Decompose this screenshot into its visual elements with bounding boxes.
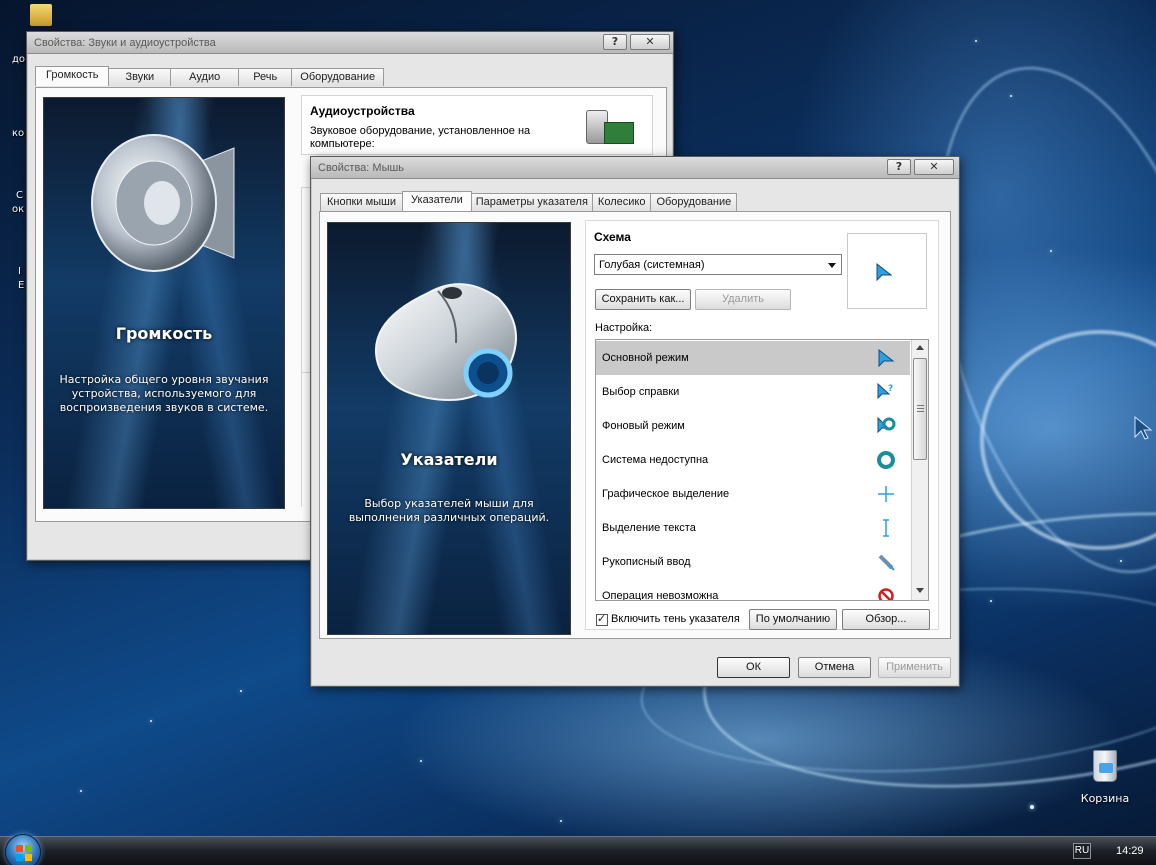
- sound-window-titlebar[interactable]: Свойства: Звуки и аудиоустройства ? ✕: [27, 32, 673, 54]
- list-item[interactable]: Выделение текста: [596, 511, 910, 545]
- recycle-bin[interactable]: Корзина: [1078, 750, 1132, 805]
- sound-tabs: Громкость Звуки Аудио Речь Оборудование: [35, 66, 385, 86]
- text-cursor-icon: [883, 519, 889, 537]
- list-item[interactable]: Выбор справки ?: [596, 375, 910, 409]
- mouse-device-icon: [374, 283, 517, 401]
- tab-hardware[interactable]: Оборудование: [291, 68, 385, 86]
- mouse-window-titlebar[interactable]: Свойства: Мышь ? ✕: [311, 157, 959, 179]
- mouse-properties-window: Свойства: Мышь ? ✕ Кнопки мыши Указатели…: [310, 156, 960, 687]
- mouse-tabs: Кнопки мыши Указатели Параметры указател…: [320, 191, 738, 211]
- shadow-checkbox[interactable]: ✓: [596, 612, 608, 626]
- sound-window-title: Свойства: Звуки и аудиоустройства: [34, 37, 216, 49]
- pointer-list[interactable]: Основной режим Выбор справки ? Фоновый р…: [595, 339, 929, 601]
- cursor-preview-box: [847, 233, 927, 309]
- list-item[interactable]: Графическое выделение: [596, 477, 910, 511]
- help-cursor-icon: ?: [877, 382, 893, 400]
- desktop-label-fragment: E: [18, 280, 25, 291]
- pointer-label: Рукописный ввод: [602, 556, 691, 568]
- desktop-label-fragment: ко: [12, 128, 25, 139]
- list-item[interactable]: Основной режим: [596, 341, 910, 375]
- pointers-panel-title: Указатели: [400, 450, 498, 469]
- arrow-cursor-preview-icon: [876, 262, 893, 282]
- apply-button[interactable]: Применить: [878, 657, 951, 678]
- browse-button[interactable]: Обзор...: [842, 609, 930, 630]
- pointers-panel-description: Выбор указателей мыши для выполнения раз…: [348, 497, 550, 524]
- tab-volume[interactable]: Громкость: [35, 66, 110, 86]
- audio-devices-section: Аудиоустройства Звуковое оборудование, у…: [301, 95, 653, 155]
- pointer-list-scrollbar[interactable]: [911, 340, 928, 600]
- desktop-label-fragment: С: [16, 190, 23, 201]
- recycle-bin-icon: [1093, 750, 1117, 782]
- scheme-label: Схема: [594, 230, 631, 244]
- list-item[interactable]: Фоновый режим: [596, 409, 910, 443]
- scroll-down-arrow-icon[interactable]: [916, 588, 924, 593]
- pointer-label: Выделение текста: [602, 522, 696, 534]
- sound-card-icon: [586, 106, 634, 150]
- desktop-label-fragment: I: [18, 266, 21, 277]
- handwriting-cursor-icon: [878, 554, 895, 571]
- sound-close-button[interactable]: ✕: [630, 34, 670, 50]
- pointer-label: Система недоступна: [602, 454, 709, 466]
- save-as-button[interactable]: Сохранить как...: [595, 289, 691, 310]
- pointers-art-panel: Указатели Выбор указателей мыши для выпо…: [327, 222, 571, 635]
- taskbar: RU 14:29: [0, 834, 1156, 865]
- start-button[interactable]: [5, 834, 41, 865]
- list-item[interactable]: Система недоступна: [596, 443, 910, 477]
- pointer-label: Операция невозможна: [602, 590, 719, 601]
- tab-mouse-buttons[interactable]: Кнопки мыши: [320, 193, 404, 211]
- volume-panel-title: Громкость: [115, 324, 213, 343]
- tab-pointers[interactable]: Указатели: [402, 191, 472, 211]
- checkmark-icon: ✓: [597, 612, 607, 625]
- tab-sounds[interactable]: Звуки: [108, 68, 172, 86]
- tab-wheel[interactable]: Колесико: [591, 193, 652, 211]
- shadow-checkbox-label[interactable]: Включить тень указателя: [611, 613, 740, 625]
- audio-devices-description: Звуковое оборудование, установленное на …: [310, 125, 531, 150]
- mouse-help-button[interactable]: ?: [887, 159, 911, 175]
- cancel-button[interactable]: Отмена: [798, 657, 871, 678]
- recycle-bin-label: Корзина: [1080, 792, 1130, 805]
- language-indicator[interactable]: RU: [1073, 843, 1091, 859]
- chevron-down-icon: [828, 263, 836, 268]
- desktop-folder-icon[interactable]: [30, 4, 52, 26]
- working-background-cursor-icon: [877, 416, 896, 434]
- use-default-button[interactable]: По умолчанию: [749, 609, 837, 630]
- tab-mouse-hardware[interactable]: Оборудование: [650, 193, 738, 211]
- clock[interactable]: 14:29: [1116, 845, 1144, 857]
- scrollbar-thumb[interactable]: [913, 358, 927, 460]
- tab-speech[interactable]: Речь: [238, 68, 293, 86]
- delete-scheme-button[interactable]: Удалить: [695, 289, 791, 310]
- unavailable-cursor-icon: [878, 588, 894, 600]
- desktop-label-fragment: до: [12, 54, 26, 65]
- list-item[interactable]: Рукописный ввод: [596, 545, 910, 579]
- pointer-label: Фоновый режим: [602, 420, 685, 432]
- busy-cursor-icon: [877, 451, 895, 469]
- tab-pointer-options[interactable]: Параметры указателя: [470, 193, 593, 211]
- sound-help-button[interactable]: ?: [603, 34, 627, 50]
- scheme-select-value: Голубая (системная): [599, 259, 705, 271]
- svg-text:?: ?: [888, 384, 893, 394]
- mouse-window-title: Свойства: Мышь: [318, 162, 405, 174]
- speaker-icon: [91, 134, 235, 272]
- pointer-label: Выбор справки: [602, 386, 680, 398]
- arrow-cursor-icon: [878, 348, 895, 368]
- tab-audio[interactable]: Аудио: [170, 68, 240, 86]
- scroll-up-arrow-icon[interactable]: [916, 345, 924, 350]
- windows-logo-icon: [16, 845, 32, 861]
- pointer-label: Основной режим: [602, 352, 689, 364]
- pointer-label: Графическое выделение: [602, 488, 730, 500]
- list-item[interactable]: Операция невозможна: [596, 579, 910, 601]
- mouse-close-button[interactable]: ✕: [914, 159, 954, 175]
- customize-label: Настройка:: [595, 322, 653, 334]
- ok-button[interactable]: ОК: [717, 657, 790, 678]
- desktop-arrow-cursor-icon: [1134, 415, 1153, 440]
- desktop-label-fragment: ок: [12, 204, 25, 215]
- audio-devices-title: Аудиоустройства: [310, 104, 415, 118]
- volume-art-panel: Громкость Настройка общего уровня звучан…: [43, 97, 285, 509]
- precision-cursor-icon: [878, 486, 894, 502]
- volume-panel-description: Настройка общего уровня звучания устройс…: [59, 373, 269, 414]
- scheme-select[interactable]: Голубая (системная): [594, 254, 842, 275]
